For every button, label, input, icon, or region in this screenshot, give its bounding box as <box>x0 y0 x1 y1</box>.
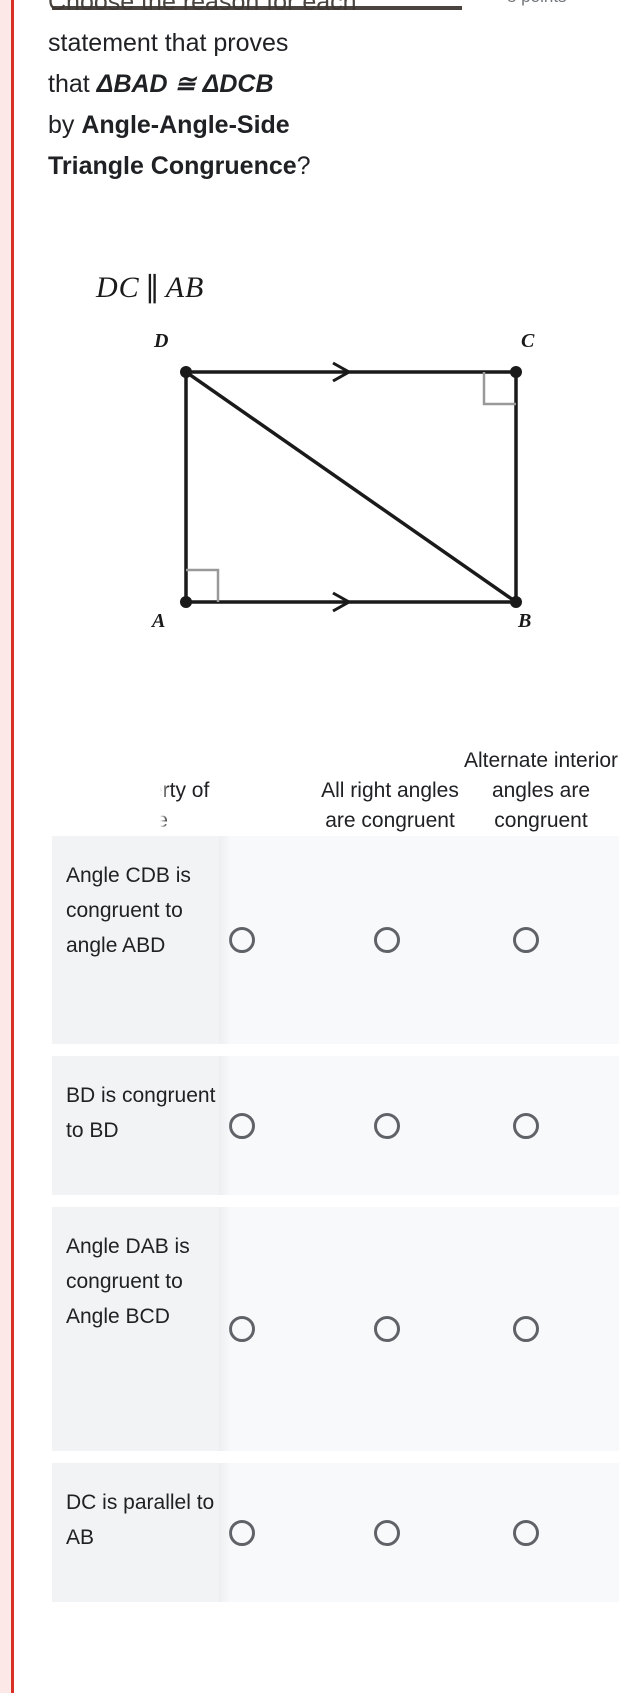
question-line-4: by Angle-Angle-Side <box>48 105 438 146</box>
grid-column-header-2: Alternate interior angles are congruent <box>463 749 619 832</box>
grid-row: Angle DAB is congruent to Angle BCD <box>52 1207 619 1451</box>
points-label: 8 points <box>507 0 567 12</box>
grid-radio-r1-c0[interactable] <box>229 1113 255 1139</box>
vertex-label-b: B <box>518 610 532 632</box>
grid-radio-r1-c2[interactable] <box>513 1113 539 1139</box>
rectangle-diagram-svg <box>180 361 522 613</box>
grid-row: BD is congruent to BD <box>52 1056 619 1195</box>
multiple-choice-grid: Reflexive property of congruence All rig… <box>17 660 619 1614</box>
vertex-label-c: C <box>521 330 535 352</box>
grid-radio-r3-c0[interactable] <box>229 1520 255 1546</box>
geometry-figure: DC ∥ AB D C A B <box>66 262 566 647</box>
grid-row-label: Angle CDB is congruent to angle ABD <box>52 836 231 1044</box>
congruent-symbol: ≅ <box>174 70 196 98</box>
question-card: 8 points Choose the reason for each stat… <box>14 0 619 1693</box>
grid-radio-r2-c0[interactable] <box>229 1316 255 1342</box>
vertex-label-d: D <box>154 330 169 352</box>
grid-radio-r0-c0[interactable] <box>229 927 255 953</box>
question-line-3-prefix: that <box>48 70 97 98</box>
grid-row-options <box>219 836 619 1044</box>
triangle-congruence-label: Triangle Congruence <box>48 152 297 180</box>
question-line-3: that ΔBAD ≅ ΔDCB <box>48 64 438 105</box>
grid-column-header-1: All right angles are congruent <box>321 779 459 832</box>
triangle-bad: ΔBAD <box>96 70 168 98</box>
grid-row: Angle CDB is congruent to angle ABD <box>52 836 619 1044</box>
grid-row-options <box>219 1056 619 1195</box>
grid-radio-r2-c1[interactable] <box>374 1316 400 1342</box>
question-line-5: Triangle Congruence? <box>48 146 438 187</box>
grid-column-headers: Reflexive property of congruence All rig… <box>17 660 619 836</box>
grid-radio-r0-c1[interactable] <box>374 927 400 953</box>
question-text: Choose the reason for each statement tha… <box>48 0 438 187</box>
grid-row-options <box>219 1207 619 1451</box>
grid-row-options <box>219 1463 619 1602</box>
grid-radio-r1-c1[interactable] <box>374 1113 400 1139</box>
grid-row-label: Angle DAB is congruent to Angle BCD <box>52 1207 231 1451</box>
question-line-2: statement that proves <box>48 29 289 57</box>
question-line-1: Choose the reason for each <box>48 0 357 16</box>
grid-column-header-0: Reflexive property of congruence <box>16 779 210 832</box>
grid-row-label: DC is parallel to AB <box>52 1463 231 1602</box>
grid-radio-r3-c2[interactable] <box>513 1520 539 1546</box>
question-line-4-prefix: by <box>48 111 82 139</box>
grid-radio-r2-c2[interactable] <box>513 1316 539 1342</box>
aas-label: Angle-Angle-Side <box>81 111 290 139</box>
grid-row: DC is parallel to AB <box>52 1463 619 1602</box>
question-mark: ? <box>296 152 311 180</box>
grid-radio-r0-c2[interactable] <box>513 927 539 953</box>
vertex-label-a: A <box>152 610 166 632</box>
grid-radio-r3-c1[interactable] <box>374 1520 400 1546</box>
triangle-dcb: ΔDCB <box>202 70 274 98</box>
grid-row-label: BD is congruent to BD <box>52 1056 231 1195</box>
